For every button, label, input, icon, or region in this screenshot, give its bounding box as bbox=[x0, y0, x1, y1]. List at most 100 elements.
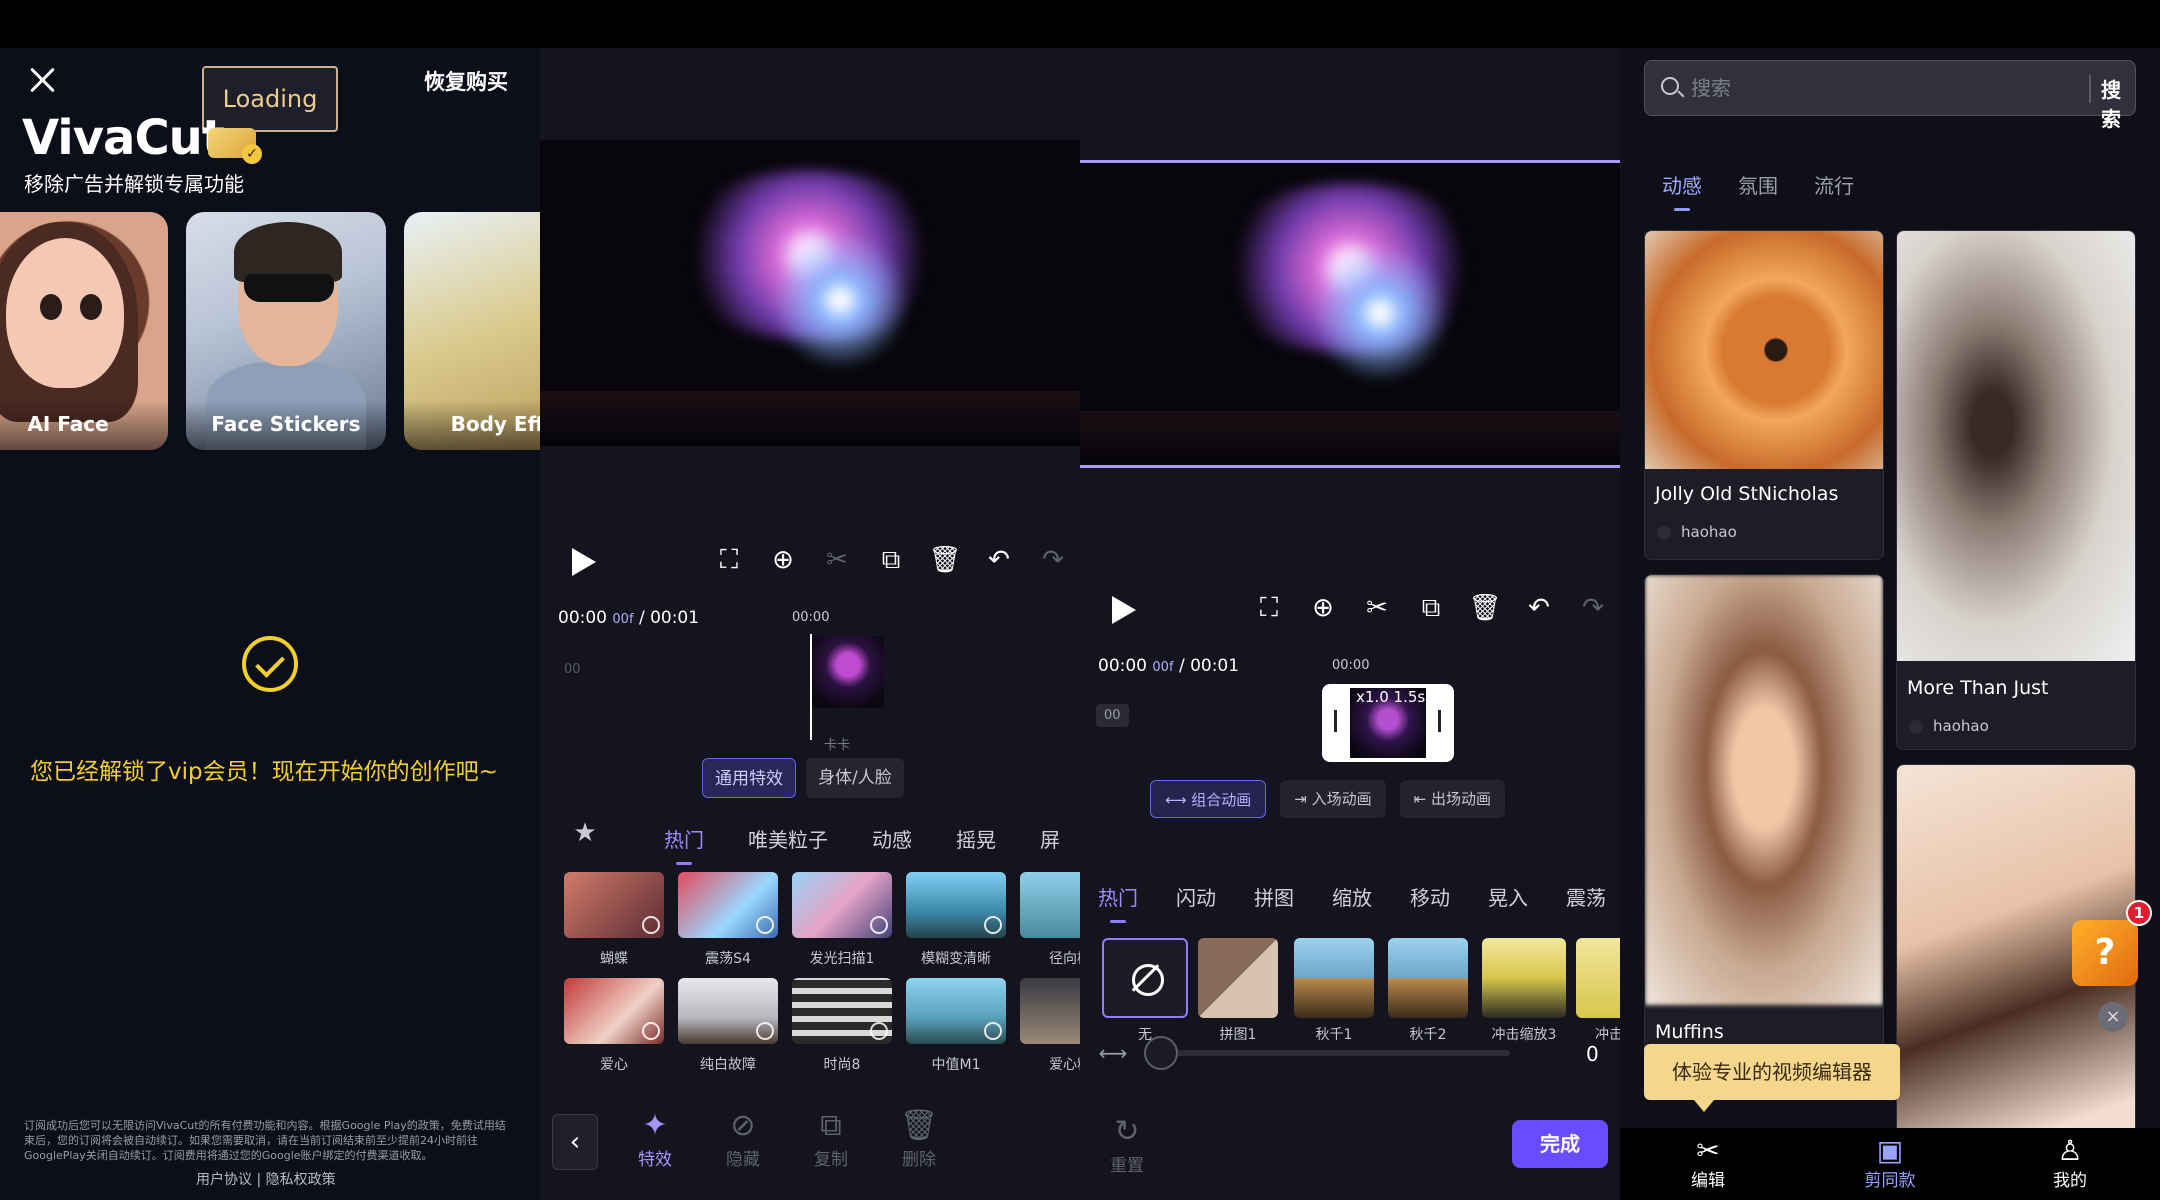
effect-item[interactable]: 时尚8 bbox=[792, 978, 892, 1074]
template-title: Muffins bbox=[1655, 1021, 1724, 1043]
redo-icon[interactable]: ↷ bbox=[1576, 591, 1610, 625]
tab-category[interactable]: 震荡 bbox=[1566, 882, 1606, 911]
trim-handle-right[interactable] bbox=[1438, 710, 1441, 732]
delete-icon[interactable]: 🗑 bbox=[1468, 591, 1502, 625]
duplicate-icon[interactable]: ⧉ bbox=[1414, 591, 1448, 625]
feature-label: Body Effe bbox=[404, 400, 540, 450]
tab-atmosphere[interactable]: 氛围 bbox=[1738, 170, 1778, 199]
animation-item[interactable]: 冲击缩放3 bbox=[1482, 938, 1566, 1044]
template-card[interactable]: Jolly Old StNicholas haohao bbox=[1644, 230, 1884, 560]
feature-card-face-stickers[interactable]: Face Stickers bbox=[186, 212, 386, 450]
tab-templates[interactable]: ▣ 剪同款 bbox=[1850, 1134, 1930, 1191]
hide-button[interactable]: ⊘ 隐藏 bbox=[708, 1108, 778, 1170]
tab-category[interactable]: 拼图 bbox=[1254, 882, 1294, 911]
tab-combo-animation[interactable]: ⟷ 组合动画 bbox=[1150, 780, 1267, 818]
selected-timeline-clip[interactable]: x1.0 1.5s bbox=[1322, 684, 1454, 762]
effects-button[interactable]: ✦ 特效 bbox=[620, 1108, 690, 1170]
author-avatar bbox=[1657, 525, 1671, 540]
delete-button[interactable]: 🗑 删除 bbox=[884, 1108, 954, 1170]
tab-category[interactable]: 晃入 bbox=[1488, 882, 1528, 911]
keyframe-icon[interactable]: ⊕ bbox=[1306, 591, 1340, 625]
sunglasses-icon bbox=[244, 274, 334, 302]
undo-icon[interactable]: ↶ bbox=[982, 543, 1016, 577]
keyframe-icon[interactable]: ⊕ bbox=[766, 543, 800, 577]
tab-in-animation[interactable]: ⇥ 入场动画 bbox=[1280, 780, 1386, 818]
search-input[interactable] bbox=[1691, 69, 2031, 107]
restore-purchase-button[interactable]: 恢复购买 bbox=[424, 66, 508, 96]
effect-label: 径向模 bbox=[1049, 951, 1080, 967]
animation-item[interactable]: 秋千2 bbox=[1388, 938, 1468, 1044]
tab-edit[interactable]: ✂ 编辑 bbox=[1668, 1134, 1748, 1191]
effect-item[interactable]: 中值M1 bbox=[906, 978, 1006, 1074]
timeline-clip[interactable] bbox=[812, 636, 884, 708]
tab-popular[interactable]: 流行 bbox=[1814, 170, 1854, 199]
tab-category[interactable]: 唯美粒子 bbox=[748, 824, 828, 853]
tab-category[interactable]: 缩放 bbox=[1332, 882, 1372, 911]
redo-icon[interactable]: ↷ bbox=[1036, 543, 1070, 577]
fullscreen-icon[interactable]: ⛶ bbox=[712, 543, 746, 577]
gift-box-icon[interactable]: ? bbox=[2072, 920, 2138, 986]
tab-dynamic[interactable]: 动感 bbox=[1662, 170, 1702, 211]
effect-item[interactable]: 模糊变清晰 bbox=[906, 872, 1006, 968]
template-icon: ▣ bbox=[1876, 1134, 1904, 1167]
tab-out-animation[interactable]: ⇤ 出场动画 bbox=[1399, 780, 1506, 818]
effect-item[interactable]: 纯白故障 bbox=[678, 978, 778, 1074]
reset-button[interactable]: ↻ 重置 bbox=[1092, 1114, 1162, 1176]
split-scissors-icon[interactable]: ✂ bbox=[820, 543, 854, 577]
animation-duration-slider[interactable] bbox=[1164, 1050, 1510, 1056]
animation-item-none[interactable]: 无 bbox=[1102, 938, 1188, 1044]
effect-item[interactable]: 震荡S4 bbox=[678, 872, 778, 968]
template-card[interactable]: More Than Just haohao bbox=[1896, 230, 2136, 750]
template-card[interactable]: Muffins bbox=[1644, 574, 1884, 1094]
tab-label: 入场动画 bbox=[1311, 790, 1372, 808]
effect-item[interactable]: 径向模 bbox=[1020, 872, 1080, 968]
clip-length: 1.5s bbox=[1393, 688, 1426, 706]
fullscreen-icon[interactable]: ⛶ bbox=[1252, 591, 1286, 625]
animation-item[interactable]: 拼图1 bbox=[1198, 938, 1278, 1044]
tab-category[interactable]: 屏 bbox=[1040, 824, 1060, 853]
brand-title: VivaCut bbox=[22, 110, 225, 166]
tab-category[interactable]: 闪动 bbox=[1176, 882, 1216, 911]
tab-category[interactable]: 移动 bbox=[1410, 882, 1450, 911]
duplicate-icon[interactable]: ⧉ bbox=[874, 543, 908, 577]
feature-label: AI Face bbox=[0, 400, 168, 450]
effect-item[interactable]: 爱心粒 bbox=[1020, 978, 1080, 1074]
tab-category[interactable]: 热门 bbox=[664, 824, 704, 865]
copy-button[interactable]: ⧉ 复制 bbox=[796, 1108, 866, 1170]
feature-card-body-effects[interactable]: Body Effe bbox=[404, 212, 540, 450]
vip-crown-icon bbox=[208, 128, 262, 164]
delete-icon[interactable]: 🗑 bbox=[928, 543, 962, 577]
search-button[interactable]: 搜索 bbox=[2101, 74, 2135, 132]
slider-knob[interactable] bbox=[1144, 1036, 1178, 1070]
close-icon[interactable]: × bbox=[2098, 1002, 2128, 1032]
favorite-star-icon[interactable]: ★ bbox=[568, 816, 602, 850]
effect-item[interactable]: 发光扫描1 bbox=[792, 872, 892, 968]
clip-label: 卡卡 bbox=[824, 738, 851, 753]
tab-category[interactable]: 摇晃 bbox=[956, 824, 996, 853]
effects-editor-panel: ⛶ ⊕ ✂ ⧉ 🗑 ↶ ↷ 00:00 00f / 00:01 00:00 00… bbox=[540, 48, 1080, 1200]
tab-me[interactable]: ♙ 我的 bbox=[2030, 1134, 2110, 1191]
effect-item[interactable]: 爱心 bbox=[564, 978, 664, 1074]
split-scissors-icon[interactable]: ✂ bbox=[1360, 591, 1394, 625]
playhead[interactable] bbox=[810, 634, 812, 740]
undo-icon[interactable]: ↶ bbox=[1522, 591, 1556, 625]
tab-body-face[interactable]: 身体/人脸 bbox=[806, 758, 904, 798]
tab-category[interactable]: 动感 bbox=[872, 824, 912, 853]
effect-label: 时尚8 bbox=[823, 1057, 861, 1073]
template-title: More Than Just bbox=[1907, 677, 2049, 699]
animation-item[interactable]: 秋千1 bbox=[1294, 938, 1374, 1044]
play-icon[interactable] bbox=[572, 548, 596, 576]
effect-item[interactable]: 蝴蝶 bbox=[564, 872, 664, 968]
legal-links[interactable]: 用户协议 | 隐私权政策 bbox=[196, 1169, 336, 1189]
video-preview bbox=[540, 140, 1080, 446]
trim-handle-left[interactable] bbox=[1334, 710, 1337, 732]
feature-card-ai-face[interactable]: AI Face bbox=[0, 212, 168, 450]
play-icon[interactable] bbox=[1112, 596, 1136, 624]
tab-category[interactable]: 热门 bbox=[1098, 882, 1138, 923]
tab-general-effects[interactable]: 通用特效 bbox=[702, 758, 796, 798]
done-button[interactable]: 完成 bbox=[1512, 1120, 1608, 1168]
search-icon bbox=[1661, 77, 1679, 95]
back-button[interactable]: ‹ bbox=[552, 1114, 598, 1170]
animation-item[interactable]: 冲击缩 bbox=[1576, 938, 1620, 1044]
close-icon[interactable] bbox=[26, 64, 58, 96]
